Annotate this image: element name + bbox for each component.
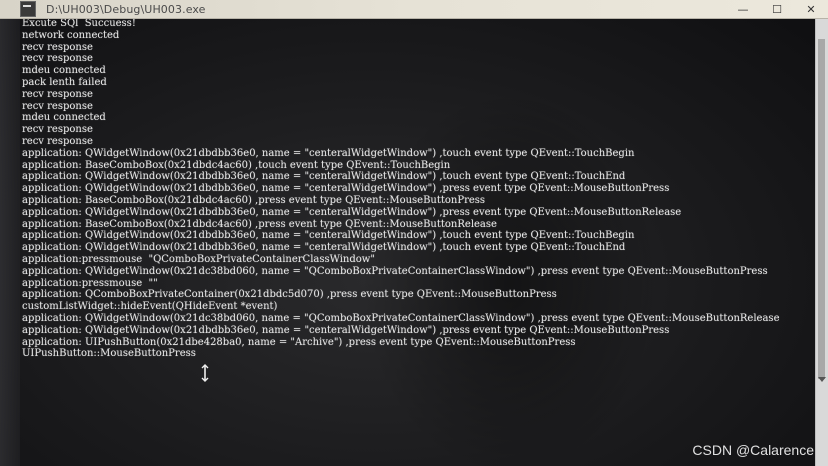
console-line: application: UIPushButton(0x21dbe428ba0,… — [22, 336, 576, 348]
console-app-icon — [20, 1, 36, 17]
console-line: recv response — [22, 53, 93, 65]
console-lines: Excute SQl Succuess! network connected rec… — [22, 19, 779, 360]
console-line: application: QWidgetWindow(0x21dbdbb36e0… — [22, 242, 626, 254]
close-button[interactable]: ✕ — [794, 0, 828, 18]
window-title: D:\UH003\Debug\UH003.exe — [46, 2, 206, 16]
text-cursor-icon — [201, 364, 209, 382]
console-line: application:pressmouse "" — [22, 277, 158, 289]
window-controls: — ☐ ✕ — [726, 0, 828, 18]
console-line: application: QWidgetWindow(0x21dbdbb36e0… — [22, 171, 626, 183]
console-line: application: QComboBoxPrivateContainer(0… — [22, 289, 557, 301]
console-line: Excute SQl Succuess! — [22, 19, 136, 29]
console-line: application: QWidgetWindow(0x21dbdbb36e0… — [22, 183, 670, 195]
console-line: network connected — [22, 29, 120, 41]
console-line: application: QWidgetWindow(0x21dc38bd060… — [22, 265, 768, 277]
console-line: recv response — [22, 41, 93, 53]
console-line: pack lenth failed — [22, 76, 107, 88]
title-bar[interactable]: D:\UH003\Debug\UH003.exe — ☐ ✕ — [0, 0, 828, 19]
scroll-down-arrow-icon[interactable] — [818, 377, 826, 382]
watermark-text: CSDN @Calarence — [692, 442, 814, 458]
console-output[interactable]: Excute SQl Succuess! network connected rec… — [0, 19, 816, 466]
console-window: D:\UH003\Debug\UH003.exe — ☐ ✕ Excute SQ… — [0, 0, 828, 466]
console-line: customListWidget::hideEvent(QHideEvent *… — [22, 301, 278, 313]
maximize-button[interactable]: ☐ — [760, 0, 794, 18]
console-line: application: BaseComboBox(0x21dbdc4ac60)… — [22, 218, 497, 230]
console-line: application: BaseComboBox(0x21dbdc4ac60)… — [22, 194, 486, 206]
minimize-button[interactable]: — — [726, 0, 760, 18]
console-line: recv response — [22, 88, 93, 100]
console-line: mdeu connected — [22, 65, 106, 77]
console-line: application: QWidgetWindow(0x21dc38bd060… — [22, 312, 780, 324]
scrollbar-thumb[interactable] — [818, 39, 825, 379]
console-line: application: QWidgetWindow(0x21dbdbb36e0… — [22, 206, 682, 218]
console-line: recv response — [22, 100, 93, 112]
console-line: application: BaseComboBox(0x21dbdc4ac60)… — [22, 159, 451, 171]
console-line: mdeu connected — [22, 112, 106, 124]
console-line: application: QWidgetWindow(0x21dbdbb36e0… — [22, 230, 635, 242]
vertical-scrollbar[interactable] — [815, 19, 828, 466]
console-line: application: QWidgetWindow(0x21dbdbb36e0… — [22, 147, 635, 159]
console-line: application:pressmouse "QComboBoxPrivate… — [22, 253, 375, 265]
console-line: recv response — [22, 124, 93, 136]
console-line: UIPushButton::MouseButtonPress — [22, 348, 196, 360]
console-line: recv response — [22, 135, 93, 147]
console-line: application: QWidgetWindow(0x21dbdbb36e0… — [22, 324, 670, 336]
